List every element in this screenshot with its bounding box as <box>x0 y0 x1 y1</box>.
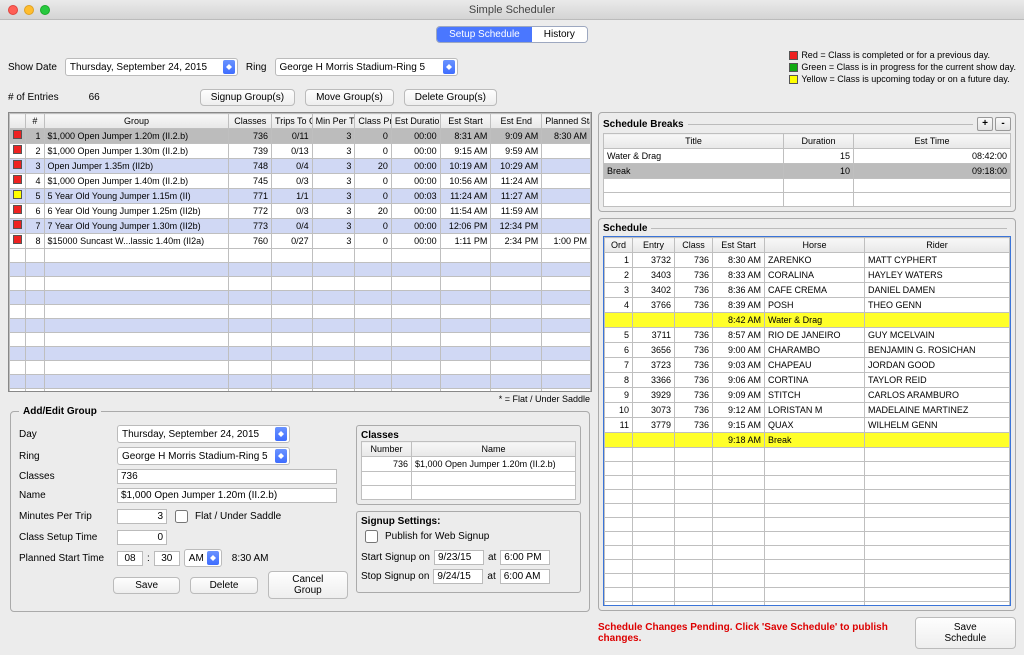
table-row[interactable]: 537117368:57 AMRIO DE JANEIROGUY MCELVAI… <box>605 328 1010 343</box>
flat-footnote: * = Flat / Under Saddle <box>8 394 590 404</box>
legend: Red = Class is completed or for a previo… <box>789 49 1016 85</box>
table-row[interactable]: 1$1,000 Open Jumper 1.20m (II.2.b)7360/1… <box>10 129 591 144</box>
red-swatch-icon <box>789 51 798 60</box>
classes-box: Classes NumberName 736$1,000 Open Jumper… <box>356 425 581 505</box>
chevron-updown-icon <box>275 449 287 463</box>
move-groups-button[interactable]: Move Group(s) <box>305 89 394 106</box>
cancel-group-button[interactable]: Cancel Group <box>268 571 348 599</box>
stop-signup-time[interactable] <box>500 569 550 584</box>
groups-table[interactable]: #GroupClassesTrips To GoMin Per TripClas… <box>8 112 592 392</box>
entries-label: # of Entries <box>8 92 59 103</box>
titlebar: Simple Scheduler <box>0 0 1024 20</box>
table-row[interactable]: 737237369:03 AMCHAPEAUJORDAN GOOD <box>605 358 1010 373</box>
top-tabs: Setup Schedule History <box>436 26 588 43</box>
table-row[interactable]: 9:18 AMBreak <box>605 433 1010 448</box>
table-row[interactable]: 8:42 AMWater & Drag <box>605 313 1010 328</box>
chevron-updown-icon <box>207 551 219 565</box>
tab-setup-schedule[interactable]: Setup Schedule <box>437 27 532 42</box>
breaks-table[interactable]: TitleDurationEst Time Water & Drag1508:4… <box>603 133 1011 207</box>
cst-label: Class Setup Time <box>19 532 113 543</box>
pst-display: 8:30 AM <box>232 553 269 564</box>
green-swatch-icon <box>789 63 798 72</box>
table-row[interactable]: 55 Year Old Young Jumper 1.15m (II)7711/… <box>10 189 591 204</box>
pst-hour[interactable] <box>117 551 143 566</box>
classes-input[interactable] <box>117 469 337 484</box>
table-row[interactable]: 66 Year Old Young Jumper 1.25m (II2b)772… <box>10 204 591 219</box>
day-combo[interactable]: Thursday, September 24, 2015 <box>117 425 290 443</box>
stop-signup-date[interactable] <box>433 569 483 584</box>
status-swatch-icon <box>13 235 22 244</box>
signup-groups-button[interactable]: Signup Group(s) <box>200 89 295 106</box>
form-ring-combo[interactable]: George H Morris Stadium-Ring 5 <box>117 447 290 465</box>
table-row[interactable]: 234037368:33 AMCORALINAHAYLEY WATERS <box>605 268 1010 283</box>
table-row[interactable]: Break1009:18:00 <box>604 164 1011 179</box>
classes-label: Classes <box>19 471 113 482</box>
tab-history[interactable]: History <box>532 27 587 42</box>
pending-message: Schedule Changes Pending. Click 'Save Sc… <box>598 622 915 644</box>
day-label: Day <box>19 429 113 440</box>
pst-min[interactable] <box>154 551 180 566</box>
table-row[interactable]: 2$1,000 Open Jumper 1.30m (II.2.b)7390/1… <box>10 144 591 159</box>
table-row[interactable]: 437667368:39 AMPOSHTHEO GENN <box>605 298 1010 313</box>
table-row[interactable]: 8$15000 Suncast W...lassic 1.40m (II2a)7… <box>10 234 591 249</box>
save-schedule-button[interactable]: Save Schedule <box>915 617 1016 649</box>
save-button[interactable]: Save <box>113 577 180 594</box>
name-label: Name <box>19 490 113 501</box>
ring-label: Ring <box>246 62 267 73</box>
add-edit-legend: Add/Edit Group <box>19 406 101 417</box>
table-row[interactable]: 636567369:00 AMCHARAMBOBENJAMIN G. ROSIC… <box>605 343 1010 358</box>
table-row[interactable]: 1030737369:12 AMLORISTAN MMADELAINE MART… <box>605 403 1010 418</box>
schedule-breaks-box: Schedule Breaks + - TitleDurationEst Tim… <box>598 112 1016 212</box>
window-title: Simple Scheduler <box>0 4 1024 16</box>
table-row[interactable]: 137327368:30 AMZARENKOMATT CYPHERT <box>605 253 1010 268</box>
yellow-swatch-icon <box>789 75 798 84</box>
start-signup-date[interactable] <box>434 550 484 565</box>
status-swatch-icon <box>13 220 22 229</box>
pst-ampm[interactable]: AM <box>184 549 222 567</box>
classes-subtable[interactable]: NumberName 736$1,000 Open Jumper 1.20m (… <box>361 441 576 500</box>
status-swatch-icon <box>13 130 22 139</box>
chevron-updown-icon <box>223 60 235 74</box>
table-row[interactable]: 939297369:09 AMSTITCHCARLOS ARAMBURO <box>605 388 1010 403</box>
table-row[interactable]: 1137797369:15 AMQUAXWILHELM GENN <box>605 418 1010 433</box>
status-swatch-icon <box>13 205 22 214</box>
flat-label: Flat / Under Saddle <box>195 511 281 522</box>
pst-label: Planned Start Time <box>19 553 113 564</box>
show-date-combo[interactable]: Thursday, September 24, 2015 <box>65 58 238 76</box>
add-break-button[interactable]: + <box>977 117 993 131</box>
show-date-label: Show Date <box>8 62 57 73</box>
status-swatch-icon <box>13 175 22 184</box>
status-swatch-icon <box>13 190 22 199</box>
publish-checkbox[interactable] <box>365 530 378 543</box>
ring-combo[interactable]: George H Morris Stadium-Ring 5 <box>275 58 458 76</box>
remove-break-button[interactable]: - <box>995 117 1011 131</box>
mpt-input[interactable] <box>117 509 167 524</box>
mpt-label: Minutes Per Trip <box>19 511 113 522</box>
add-edit-group-fieldset: Add/Edit Group Day Thursday, September 2… <box>10 406 590 612</box>
form-ring-label: Ring <box>19 451 113 462</box>
table-row[interactable]: 4$1,000 Open Jumper 1.40m (II.2.b)7450/3… <box>10 174 591 189</box>
table-row[interactable]: 77 Year Old Young Jumper 1.30m (II2b)773… <box>10 219 591 234</box>
signup-settings: Signup Settings: Publish for Web Signup … <box>356 511 581 593</box>
schedule-table[interactable]: OrdEntryClassEst StartHorseRider 1373273… <box>603 236 1011 606</box>
status-swatch-icon <box>13 145 22 154</box>
table-row[interactable]: 334027368:36 AMCAFE CREMADANIEL DAMEN <box>605 283 1010 298</box>
schedule-box: Schedule OrdEntryClassEst StartHorseRide… <box>598 218 1016 611</box>
delete-button[interactable]: Delete <box>190 577 257 594</box>
chevron-updown-icon <box>443 60 455 74</box>
table-row[interactable]: Water & Drag1508:42:00 <box>604 149 1011 164</box>
name-input[interactable] <box>117 488 337 503</box>
chevron-updown-icon <box>275 427 287 441</box>
status-swatch-icon <box>13 160 22 169</box>
start-signup-time[interactable] <box>500 550 550 565</box>
entries-count: 66 <box>89 92 100 103</box>
delete-groups-button[interactable]: Delete Group(s) <box>404 89 497 106</box>
flat-checkbox[interactable] <box>175 510 188 523</box>
table-row[interactable]: 3Open Jumper 1.35m (II2b)7480/43 2000:00… <box>10 159 591 174</box>
cst-input[interactable] <box>117 530 167 545</box>
table-row[interactable]: 833667369:06 AMCORTINATAYLOR REID <box>605 373 1010 388</box>
